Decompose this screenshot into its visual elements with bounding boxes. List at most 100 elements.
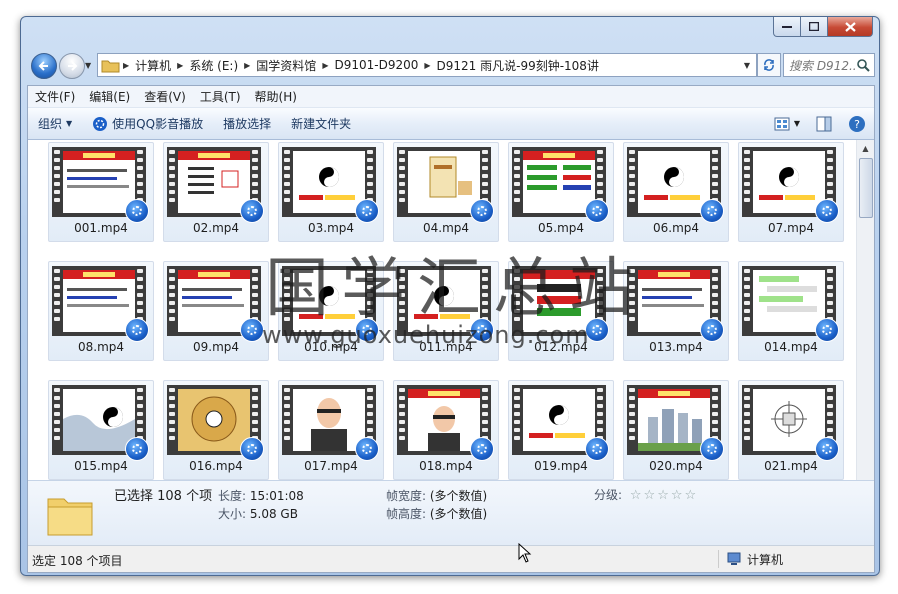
frame-width-label: 帧宽度: bbox=[386, 489, 427, 503]
address-row: ▼ ▶ 计算机 ▶ 系统 (E:) ▶ 国学资料馆 ▶ D9101-D9200 ▶ D9121 … bbox=[27, 51, 875, 79]
menu-item[interactable]: 编辑(E) bbox=[82, 88, 137, 105]
file-item[interactable]: 03.mp4 bbox=[278, 142, 384, 242]
file-item[interactable]: 07.mp4 bbox=[738, 142, 844, 242]
film-strip-icon bbox=[54, 388, 61, 452]
file-item[interactable]: 020.mp4 bbox=[623, 380, 729, 480]
menu-item[interactable]: 查看(V) bbox=[137, 88, 193, 105]
film-strip-icon bbox=[399, 150, 406, 214]
file-name: 07.mp4 bbox=[767, 221, 815, 235]
menu-item[interactable]: 文件(F) bbox=[28, 88, 82, 105]
thumbnail-frame bbox=[523, 389, 595, 451]
file-item[interactable]: 014.mp4 bbox=[738, 261, 844, 361]
thumbnail-frame bbox=[178, 151, 250, 213]
star-icon[interactable]: ☆ bbox=[657, 488, 669, 503]
file-item[interactable]: 015.mp4 bbox=[48, 380, 154, 480]
rating-stars[interactable]: ☆ ☆ ☆ ☆ ☆ bbox=[630, 488, 696, 503]
search-box[interactable]: 搜索 D912... bbox=[783, 53, 875, 77]
organize-button[interactable]: 组织 ▼ bbox=[28, 115, 82, 132]
file-name: 02.mp4 bbox=[192, 221, 240, 235]
file-item[interactable]: 016.mp4 bbox=[163, 380, 269, 480]
address-dropdown-icon[interactable]: ▼ bbox=[738, 61, 756, 70]
watermark-url: www.guoxuehuizong.com bbox=[262, 321, 590, 349]
status-location: 计算机 bbox=[718, 550, 783, 568]
back-button[interactable] bbox=[31, 53, 57, 79]
crumb-separator-icon[interactable]: ▶ bbox=[422, 61, 432, 70]
file-item[interactable]: 06.mp4 bbox=[623, 142, 729, 242]
new-folder-button[interactable]: 新建文件夹 bbox=[281, 115, 361, 132]
status-text: 选定 108 个项目 bbox=[32, 554, 123, 568]
search-icon[interactable] bbox=[856, 58, 870, 72]
file-name: 06.mp4 bbox=[652, 221, 700, 235]
crumb-separator-icon[interactable]: ▶ bbox=[175, 61, 185, 70]
size-label: 大小: bbox=[218, 507, 247, 521]
star-icon[interactable]: ☆ bbox=[685, 488, 697, 503]
menu-item[interactable]: 工具(T) bbox=[193, 88, 248, 105]
thumbnail-frame bbox=[63, 151, 135, 213]
search-input[interactable]: 搜索 D912... bbox=[784, 57, 856, 74]
file-item[interactable]: 021.mp4 bbox=[738, 380, 844, 480]
refresh-button[interactable] bbox=[757, 53, 781, 77]
film-strip-icon bbox=[514, 150, 521, 214]
file-item[interactable]: 019.mp4 bbox=[508, 380, 614, 480]
preview-pane-icon[interactable] bbox=[816, 116, 832, 132]
recent-pages-dropdown-icon[interactable]: ▼ bbox=[85, 61, 91, 70]
menu-item[interactable]: 帮助(H) bbox=[248, 88, 304, 105]
file-item[interactable]: 09.mp4 bbox=[163, 261, 269, 361]
film-strip-icon bbox=[54, 150, 61, 214]
help-icon[interactable]: ? bbox=[848, 115, 866, 133]
qq-player-icon bbox=[470, 199, 494, 223]
address-bar[interactable]: ▶ 计算机 ▶ 系统 (E:) ▶ 国学资料馆 ▶ D9101-D9200 ▶ D9121 雨凡… bbox=[97, 53, 757, 77]
scroll-thumb[interactable] bbox=[859, 158, 873, 218]
forward-button[interactable] bbox=[59, 53, 85, 79]
view-controls: ▼ ? bbox=[766, 108, 874, 139]
close-icon bbox=[844, 21, 856, 32]
details-pane: 已选择 108 个项 长度: 15:01:08 大小: 5.08 GB 帧宽度:… bbox=[28, 480, 874, 545]
status-bar: 选定 108 个项目 计算机 bbox=[28, 545, 874, 572]
rating-label: 分级: bbox=[594, 488, 623, 502]
qq-player-icon bbox=[355, 437, 379, 461]
change-view-icon[interactable] bbox=[774, 117, 790, 131]
organize-caret-icon: ▼ bbox=[66, 119, 73, 128]
film-strip-icon bbox=[629, 388, 636, 452]
file-item[interactable]: 04.mp4 bbox=[393, 142, 499, 242]
file-item[interactable]: 018.mp4 bbox=[393, 380, 499, 480]
maximize-button[interactable] bbox=[801, 17, 828, 37]
qq-player-icon bbox=[93, 116, 108, 131]
qq-player-icon bbox=[700, 318, 724, 342]
scroll-up-icon[interactable]: ▲ bbox=[857, 140, 874, 157]
view-dropdown-icon[interactable]: ▼ bbox=[794, 119, 800, 128]
file-item[interactable]: 017.mp4 bbox=[278, 380, 384, 480]
star-icon[interactable]: ☆ bbox=[671, 488, 683, 503]
breadcrumb-item[interactable]: 国学资料馆 bbox=[252, 57, 320, 74]
thumbnail-frame bbox=[523, 151, 595, 213]
file-item[interactable]: 08.mp4 bbox=[48, 261, 154, 361]
star-icon[interactable]: ☆ bbox=[630, 488, 642, 503]
file-name: 013.mp4 bbox=[649, 340, 703, 354]
star-icon[interactable]: ☆ bbox=[644, 488, 656, 503]
breadcrumb-item[interactable]: 系统 (E:) bbox=[185, 57, 242, 74]
crumb-separator-icon[interactable]: ▶ bbox=[242, 61, 252, 70]
thumbnail-frame bbox=[638, 389, 710, 451]
file-item[interactable]: 05.mp4 bbox=[508, 142, 614, 242]
close-button[interactable] bbox=[828, 17, 873, 37]
crumb-separator-icon[interactable]: ▶ bbox=[320, 61, 330, 70]
film-strip-icon bbox=[169, 388, 176, 452]
folder-icon bbox=[101, 60, 120, 73]
file-name: 08.mp4 bbox=[77, 340, 125, 354]
thumbnail-frame bbox=[753, 389, 825, 451]
breadcrumb-item[interactable]: 计算机 bbox=[131, 57, 175, 74]
qq-player-icon bbox=[240, 318, 264, 342]
vertical-scrollbar[interactable]: ▲ bbox=[856, 140, 874, 480]
qq-player-icon bbox=[700, 437, 724, 461]
file-item[interactable]: 02.mp4 bbox=[163, 142, 269, 242]
minimize-button[interactable] bbox=[773, 17, 801, 37]
file-item[interactable]: 001.mp4 bbox=[48, 142, 154, 242]
qq-player-icon bbox=[355, 199, 379, 223]
breadcrumb-item[interactable]: D9101-D9200 bbox=[330, 58, 422, 72]
file-name: 03.mp4 bbox=[307, 221, 355, 235]
play-with-qq-button[interactable]: 使用QQ影音播放 bbox=[82, 115, 213, 132]
play-selection-button[interactable]: 播放选择 bbox=[213, 115, 281, 132]
breadcrumb-item[interactable]: D9121 雨凡说-99刻钟-108讲 bbox=[433, 57, 603, 74]
command-bar: 组织 ▼ 使用QQ影音播放 播放选择 新建文件夹 ▼ ? bbox=[28, 108, 874, 140]
qq-player-icon bbox=[815, 318, 839, 342]
